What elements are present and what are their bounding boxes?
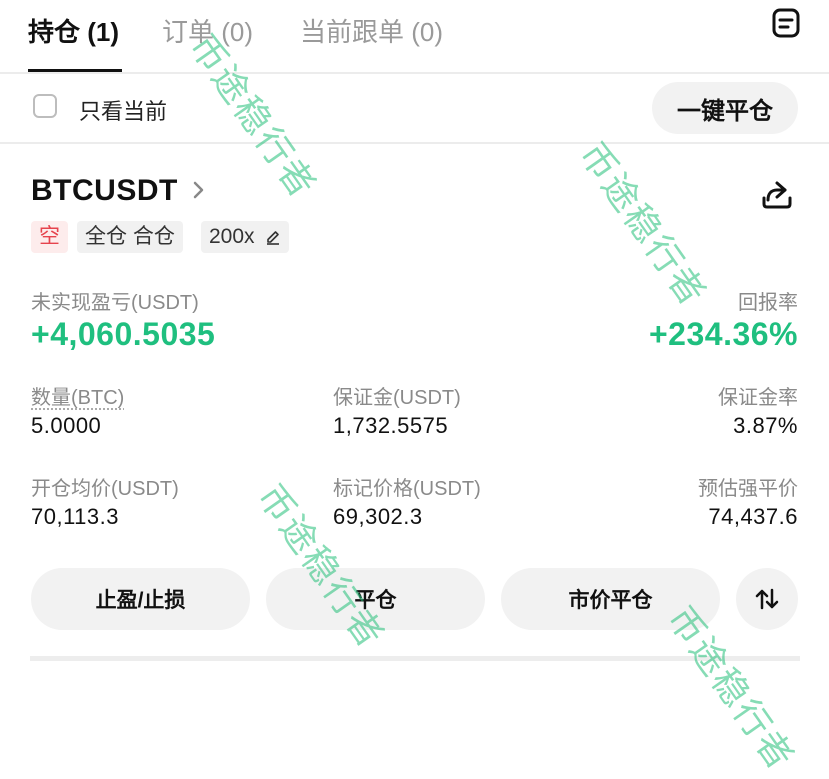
margin-ratio-label: 保证金率 <box>718 387 798 409</box>
card-divider <box>30 656 800 661</box>
swap-button[interactable] <box>736 568 798 630</box>
current-only-label[interactable]: 只看当前 <box>79 94 167 126</box>
share-icon[interactable] <box>760 176 794 210</box>
mark-price-label: 标记价格(USDT) <box>333 478 481 500</box>
orders-list-icon[interactable] <box>771 7 801 39</box>
entry-price-value: 70,113.3 <box>31 504 120 529</box>
liq-price-value: 74,437.6 <box>708 504 798 529</box>
liq-price-label: 预估强平价 <box>698 478 798 500</box>
watermark: 币途稳行者 <box>571 134 715 314</box>
unrealized-pnl-value: +4,060.5035 <box>31 316 216 352</box>
swap-vertical-icon <box>755 588 779 610</box>
filter-row: 只看当前 一键平仓 <box>0 74 829 144</box>
pencil-icon[interactable] <box>265 229 281 245</box>
tab-positions[interactable]: 持仓 (1) <box>28 12 119 49</box>
market-close-button[interactable]: 市价平仓 <box>501 568 720 630</box>
leverage-value: 200x <box>209 225 255 248</box>
tab-copy-trades[interactable]: 当前跟单 (0) <box>300 12 443 49</box>
mark-price-value: 69,302.3 <box>333 504 423 529</box>
quantity-label[interactable]: 数量(BTC) <box>31 381 124 410</box>
entry-price-label: 开仓均价(USDT) <box>31 478 179 500</box>
current-only-checkbox[interactable] <box>33 94 57 118</box>
position-symbol[interactable]: BTCUSDT <box>31 174 178 208</box>
unrealized-pnl-label: 未实现盈亏(USDT) <box>31 292 199 314</box>
tp-sl-button[interactable]: 止盈/止损 <box>31 568 250 630</box>
margin-ratio-value: 3.87% <box>733 413 798 438</box>
close-all-button[interactable]: 一键平仓 <box>652 82 798 134</box>
tab-orders[interactable]: 订单 (0) <box>162 12 253 49</box>
chevron-right-icon[interactable] <box>190 178 208 202</box>
active-tab-indicator <box>28 69 122 72</box>
roe-value: +234.36% <box>648 316 798 352</box>
margin-value: 1,732.5575 <box>333 413 449 438</box>
margin-label: 保证金(USDT) <box>333 387 461 409</box>
leverage-badge[interactable]: 200x <box>201 221 289 253</box>
side-badge: 空 <box>31 221 68 253</box>
position-tabs: 持仓 (1) 订单 (0) 当前跟单 (0) <box>0 0 829 74</box>
margin-mode-badge: 全仓 合仓 <box>77 221 183 253</box>
quantity-value: 5.0000 <box>31 413 102 438</box>
close-position-button[interactable]: 平仓 <box>266 568 485 630</box>
roe-label: 回报率 <box>738 292 798 314</box>
